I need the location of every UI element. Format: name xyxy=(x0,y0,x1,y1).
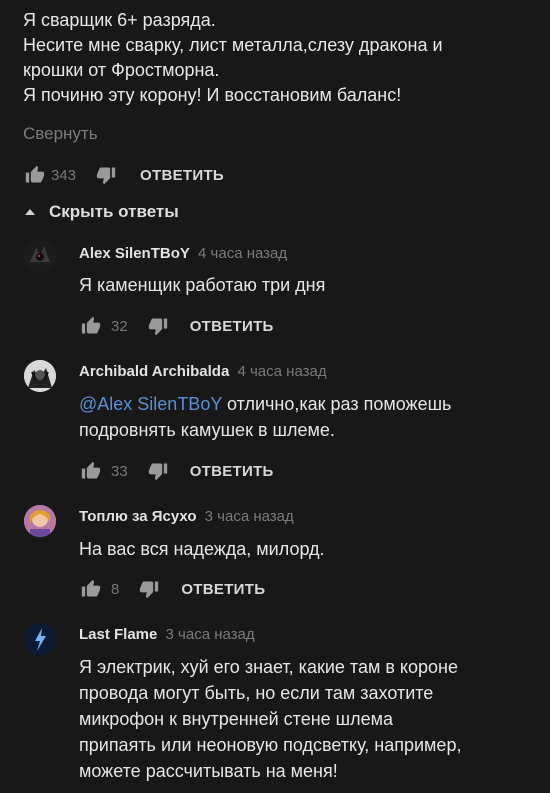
reply-line: На вас вся надежда, милорд. xyxy=(79,539,325,559)
hide-replies-label: Скрыть ответы xyxy=(49,202,179,221)
reply-actions: 33 ОТВЕТИТЬ xyxy=(81,461,274,481)
reply-line: подровнять камушек в шлеме. xyxy=(79,420,335,440)
thumbs-up-icon[interactable] xyxy=(81,316,101,336)
reply-text: Я каменщик работаю три дня xyxy=(79,272,325,298)
thumbs-up-icon[interactable] xyxy=(81,579,101,599)
mention-link[interactable]: @Alex SilenTBoY xyxy=(79,394,222,414)
comment-line: Я починю эту корону! И восстановим балан… xyxy=(23,85,402,105)
author-name[interactable]: Топлю за Ясухо xyxy=(79,508,197,525)
reply-button[interactable]: ОТВЕТИТЬ xyxy=(140,167,224,184)
comment-text: Я сварщик 6+ разряда. Несите мне сварку,… xyxy=(23,8,543,108)
like-count: 32 xyxy=(111,317,128,335)
reply-button[interactable]: ОТВЕТИТЬ xyxy=(181,581,265,598)
avatar[interactable] xyxy=(24,240,56,272)
reply-header: Топлю за Ясухо 3 часа назад xyxy=(79,508,294,525)
reply-line: Я каменщик работаю три дня xyxy=(79,275,326,295)
reply-text: На вас вся надежда, милорд. xyxy=(79,536,325,562)
like-count: 8 xyxy=(111,580,120,598)
author-name[interactable]: Last Flame xyxy=(79,626,157,643)
avatar[interactable] xyxy=(24,623,56,655)
reply-header: Archibald Archibalda 4 часа назад xyxy=(79,363,327,380)
thumbs-down-icon[interactable] xyxy=(148,461,168,481)
reply-line: @Alex SilenTBoY отлично,как раз поможешь xyxy=(79,391,451,417)
hide-replies-button[interactable]: Скрыть ответы xyxy=(25,202,179,222)
reply-text: @Alex SilenTBoY отлично,как раз поможешь… xyxy=(79,391,451,443)
reply-header: Last Flame 3 часа назад xyxy=(79,626,255,643)
reply-button[interactable]: ОТВЕТИТЬ xyxy=(190,463,274,480)
reply-line: можете рассчитывать на меня! xyxy=(79,761,338,781)
timestamp[interactable]: 3 часа назад xyxy=(166,626,255,643)
like-count: 33 xyxy=(111,462,128,480)
reply-actions: 8 ОТВЕТИТЬ xyxy=(81,579,265,599)
reply-line: микрофон к внутренней стене шлема xyxy=(79,709,394,729)
timestamp[interactable]: 4 часа назад xyxy=(237,363,326,380)
reply-line: Я электрик, хуй его знает, какие там в к… xyxy=(79,657,458,677)
thumbs-up-icon[interactable] xyxy=(81,461,101,481)
avatar[interactable] xyxy=(24,505,56,537)
comment-actions: 343 ОТВЕТИТЬ xyxy=(25,165,224,185)
reply-button[interactable]: ОТВЕТИТЬ xyxy=(190,318,274,335)
comment-line: крошки от Фростморна. xyxy=(23,60,220,80)
caret-up-icon xyxy=(25,209,35,215)
comment-line: Несите мне сварку, лист металла,слезу др… xyxy=(23,35,443,55)
collapse-link[interactable]: Свернуть xyxy=(23,124,98,144)
reply-header: Alex SilenTBoY 4 часа назад xyxy=(79,245,287,262)
comment-line: Я сварщик 6+ разряда. xyxy=(23,10,216,30)
thumbs-down-icon[interactable] xyxy=(148,316,168,336)
author-name[interactable]: Alex SilenTBoY xyxy=(79,245,190,262)
reply-line: провода могут быть, но если там захотите xyxy=(79,683,434,703)
like-count: 343 xyxy=(51,166,77,184)
timestamp[interactable]: 4 часа назад xyxy=(198,245,287,262)
thumbs-down-icon[interactable] xyxy=(139,579,159,599)
reply-text: Я электрик, хуй его знает, какие там в к… xyxy=(79,654,461,784)
thumbs-down-icon[interactable] xyxy=(96,165,116,185)
reply-line-rest: отлично,как раз поможешь xyxy=(222,394,452,414)
avatar[interactable] xyxy=(24,360,56,392)
timestamp[interactable]: 3 часа назад xyxy=(205,508,294,525)
author-name[interactable]: Archibald Archibalda xyxy=(79,363,229,380)
reply-line: припаять или неоновую подсветку, наприме… xyxy=(79,735,462,755)
reply-actions: 32 ОТВЕТИТЬ xyxy=(81,316,274,336)
thumbs-up-icon[interactable] xyxy=(25,165,45,185)
